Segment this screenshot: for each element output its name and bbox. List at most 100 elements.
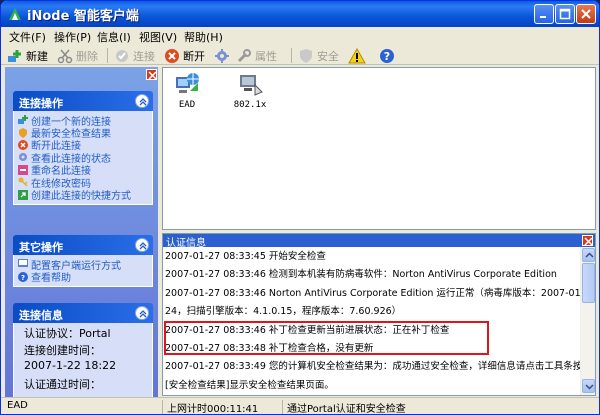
new-connection-icon [18, 115, 28, 125]
conn-info-title: 连接信息 [19, 309, 63, 322]
chevron-up-icon [585, 252, 594, 258]
connection-ops-list: 创建一个新的连接 最新安全检查结果 断开此连接 查看此连接的状态 重命名此连接 [13, 111, 153, 205]
other-ops-group: 其它操作 配置客户端运行方式 ? 查看帮助 [13, 235, 153, 287]
chevron-up-icon [139, 242, 147, 250]
task-configure-client[interactable]: 配置客户端运行方式 [18, 258, 148, 270]
warning-button[interactable] [348, 46, 369, 65]
close-icon [584, 237, 593, 246]
help-icon: ? [380, 48, 394, 63]
menu-view[interactable]: 视图(V) [139, 29, 177, 45]
menu-help[interactable]: 帮助(H) [184, 29, 223, 45]
other-ops-title: 其它操作 [19, 241, 63, 254]
disconnect-button[interactable]: 断开 [164, 46, 205, 65]
task-label: 创建一个新的连接 [31, 116, 111, 127]
task-create-connection[interactable]: 创建一个新的连接 [18, 114, 148, 126]
task-latest-check-result[interactable]: 最新安全检查结果 [18, 126, 148, 139]
log-line: [安全检查结果]显示安全检查结果页面。 [165, 379, 334, 391]
scroll-up-button[interactable] [582, 248, 595, 262]
security-button[interactable]: 安全 [298, 46, 339, 65]
connection-ead[interactable]: EAD [167, 71, 207, 110]
toolbar: 新建 删除 连接 断开 属性 安全 ? [1, 46, 599, 65]
key-icon [18, 177, 28, 187]
connection-name: 802.1x [233, 100, 267, 110]
task-label: 查看此连接的状态 [31, 153, 111, 164]
log-line: 2007-01-27 08:33:48 补丁检查合格，没有更新 [165, 342, 374, 354]
task-pane: 连接操作 创建一个新的连接 最新安全检查结果 断开此连接 查看此连接的状态 重命… [5, 67, 158, 397]
menu-info[interactable]: 信息(I) [97, 29, 131, 45]
minimize-button[interactable] [534, 4, 554, 24]
log-line: 2007-01-27 08:33:49 您的计算机安全检查结果为：成功通过安全检… [165, 361, 581, 373]
task-create-shortcut[interactable]: 创建此连接的快捷方式 [18, 188, 148, 201]
task-disconnect[interactable]: 断开此连接 [18, 139, 148, 151]
collapse-button[interactable] [135, 306, 149, 320]
task-view-help[interactable]: ? 查看帮助 [18, 270, 148, 283]
rename-icon [18, 164, 28, 175]
delete-label: 删除 [76, 49, 98, 63]
collapse-button[interactable] [135, 94, 149, 108]
chevron-up-icon [139, 98, 147, 106]
task-change-password[interactable]: 在线修改密码 [18, 176, 148, 188]
info-line: 认证通过时间： [24, 378, 101, 391]
connections-view: EAD 802.1x [162, 67, 596, 230]
conn-info-header[interactable]: 连接信息 [13, 303, 153, 323]
collapse-button[interactable] [135, 238, 149, 252]
network-connection-icon [176, 73, 199, 93]
delete-button[interactable]: 删除 [57, 46, 98, 65]
wrench-icon [237, 48, 251, 62]
task-rename[interactable]: 重命名此连接 [18, 164, 148, 176]
scroll-thumb[interactable] [582, 263, 595, 303]
properties-button[interactable]: 属性 [236, 46, 277, 65]
other-ops-list: 配置客户端运行方式 ? 查看帮助 [13, 255, 153, 287]
chevron-down-icon [585, 384, 594, 390]
other-ops-header[interactable]: 其它操作 [13, 235, 153, 255]
shortcut-icon [18, 189, 28, 200]
menu-operation[interactable]: 操作(P) [54, 29, 91, 45]
status-timer: 上网计时000:11:41 [162, 400, 258, 414]
security-label: 安全 [317, 49, 339, 63]
window-title: iNode 智能客户端 [27, 9, 139, 24]
auth-panel-close-button[interactable] [582, 235, 593, 246]
task-label: 配置客户端运行方式 [31, 260, 121, 271]
connection-8021x[interactable]: 802.1x [230, 71, 270, 110]
scroll-down-button[interactable] [582, 379, 595, 393]
menu-file[interactable]: 文件(F) [9, 29, 46, 45]
task-view-status[interactable]: 查看此连接的状态 [18, 151, 148, 164]
new-label: 新建 [26, 49, 48, 63]
maximize-button[interactable] [555, 4, 575, 24]
disconnect-label: 断开 [183, 49, 205, 63]
auth-info-header: 认证信息 [163, 234, 595, 249]
close-icon [148, 71, 157, 80]
status-bar: EAD 上网计时000:11:41 通过Portal认证和安全检查 [1, 397, 599, 414]
connect-icon [116, 49, 128, 62]
new-button[interactable]: 新建 [7, 46, 48, 65]
log-line: 2007-01-27 08:33:46 补丁检查更新当前进展状态：正在补丁检查 [165, 324, 450, 336]
minimize-icon [540, 16, 546, 18]
toolbar-separator-2 [291, 48, 292, 63]
task-label: 重命名此连接 [31, 166, 91, 176]
close-button[interactable] [576, 4, 596, 24]
conn-info-body: 认证协议：Portal 连接创建时间： 2007-1-22 18:22 认证通过… [13, 323, 153, 397]
status-message: 通过Portal认证和安全检查 [282, 400, 406, 414]
menu-bar: 文件(F) 操作(P) 信息(I) 视图(V) 帮助(H) [1, 27, 599, 46]
task-pane-close-button[interactable] [146, 69, 157, 80]
disconnect-icon [18, 139, 28, 150]
connect-button[interactable]: 连接 [114, 46, 155, 65]
log-line: 2007-01-27 08:33:46 检测到本机装有防病毒软件：Norton … [165, 269, 557, 281]
svg-text:?: ? [21, 274, 25, 282]
toolbar-separator [107, 48, 108, 63]
log-line: 2007-01-27 08:33:46 Norton AntiVirus Cor… [165, 287, 581, 299]
task-label: 最新安全检查结果 [31, 129, 111, 139]
connect-label: 连接 [133, 49, 155, 63]
connection-ops-header[interactable]: 连接操作 [13, 91, 153, 111]
properties-label: 属性 [255, 49, 277, 63]
auth-log-scrollbar[interactable] [580, 247, 595, 395]
help-button[interactable]: ? [379, 46, 398, 65]
settings-button[interactable] [214, 46, 233, 65]
info-line: 2007-1-22 18:22 [24, 359, 117, 372]
status-connection: EAD [7, 400, 28, 411]
title-bar[interactable]: iNode 智能客户端 [1, 1, 599, 27]
connection-name: EAD [178, 100, 196, 110]
auth-log: 2007-01-27 08:33:45 开始安全检查 2007-01-27 08… [163, 248, 581, 395]
config-icon [18, 259, 28, 268]
auth-info-panel: 认证信息 2007-01-27 08:33:45 开始安全检查 2007-01-… [162, 233, 596, 396]
